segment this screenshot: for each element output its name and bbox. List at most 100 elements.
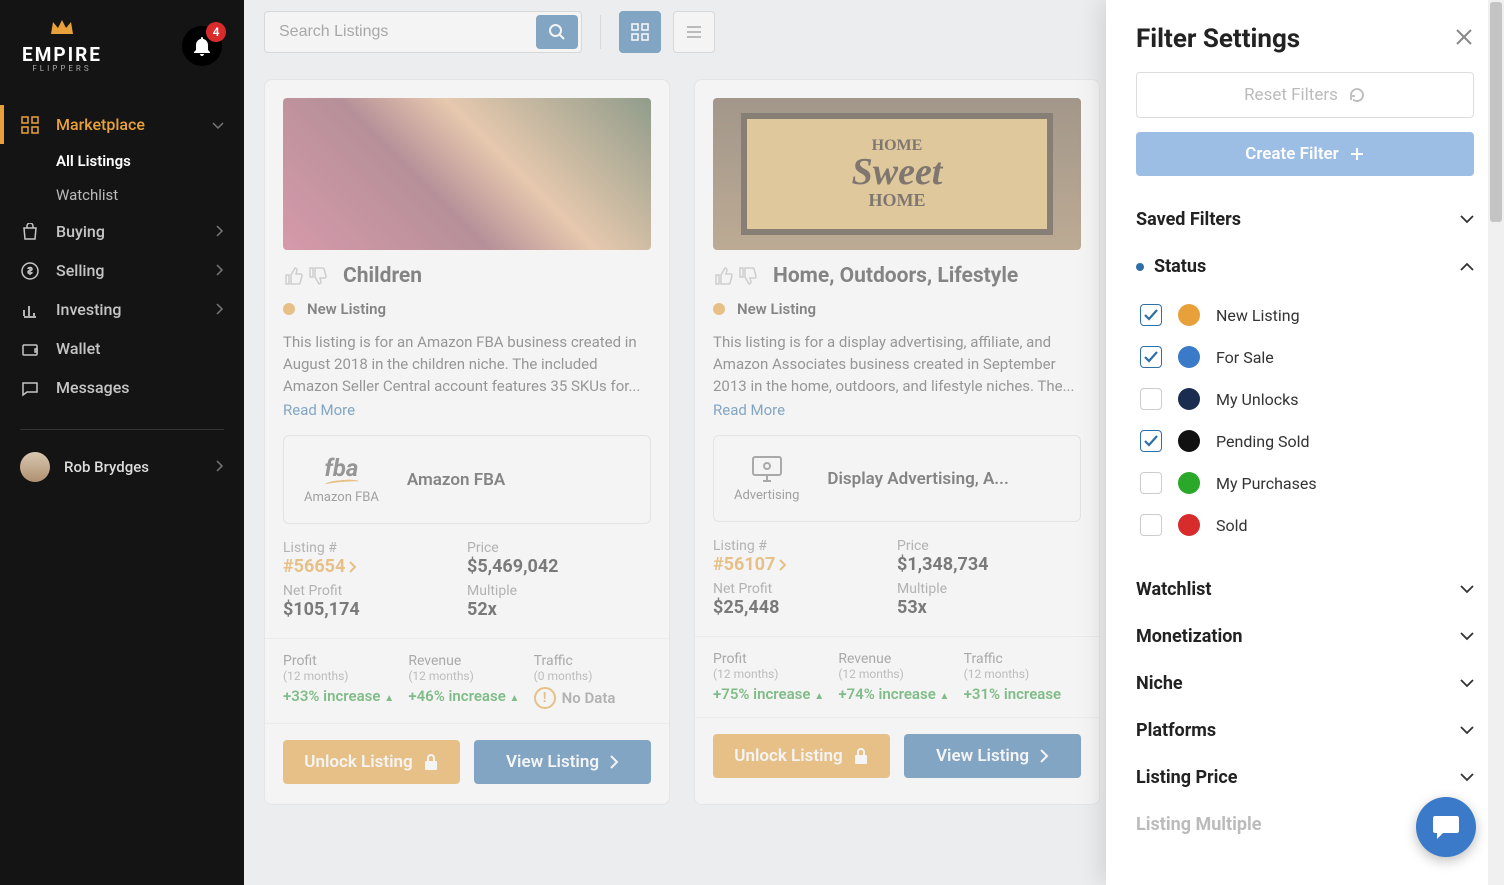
nav-marketplace[interactable]: Marketplace [0, 105, 244, 144]
section-title: Platforms [1136, 720, 1216, 741]
status-color-dot [1178, 304, 1200, 326]
chevron-up-icon [1460, 259, 1474, 275]
wallet-icon [20, 340, 40, 358]
netprofit-label: Net Profit [713, 581, 897, 597]
monetization-box: Advertising Display Advertising, A... [713, 435, 1081, 522]
notifications-button[interactable]: 4 [182, 26, 222, 66]
status-color-dot [1178, 346, 1200, 368]
grid-view-button[interactable] [619, 11, 661, 53]
listing-image[interactable] [283, 98, 651, 250]
check-icon [1144, 309, 1158, 321]
read-more-link[interactable]: Read More [713, 401, 785, 419]
status-dot [283, 303, 295, 315]
status-color-dot [1178, 430, 1200, 452]
reset-filters-button[interactable]: Reset Filters [1136, 72, 1474, 118]
nav-label: Messages [56, 378, 224, 397]
status-option[interactable]: My Purchases [1140, 462, 1474, 504]
metric-profit-label: Profit [283, 653, 400, 669]
listing-title: Children [343, 264, 422, 288]
netprofit-value: $25,448 [713, 597, 897, 618]
scrollbar[interactable] [1488, 0, 1504, 885]
brand-sub: FLIPPERS [32, 64, 91, 73]
section-listing-price[interactable]: Listing Price [1136, 754, 1474, 801]
nav-selling[interactable]: Selling [0, 251, 244, 290]
price-value: $1,348,734 [897, 554, 1081, 575]
status-option[interactable]: Sold [1140, 504, 1474, 546]
nav-investing[interactable]: Investing [0, 290, 244, 329]
nav-label: Marketplace [56, 115, 196, 134]
section-niche[interactable]: Niche [1136, 660, 1474, 707]
section-watchlist[interactable]: Watchlist [1136, 566, 1474, 613]
logo-area: EMPIRE FLIPPERS 4 [0, 0, 244, 95]
chat-fab[interactable] [1416, 797, 1476, 857]
divider [20, 429, 224, 430]
nav-buying[interactable]: Buying [0, 212, 244, 251]
view-listing-button[interactable]: View Listing [904, 734, 1081, 778]
list-view-button[interactable] [673, 11, 715, 53]
monetization-box: fba Amazon FBA Amazon FBA [283, 435, 651, 524]
view-listing-button[interactable]: View Listing [474, 740, 651, 784]
status-option[interactable]: Pending Sold [1140, 420, 1474, 462]
thumb-down-icon[interactable] [737, 265, 759, 287]
chevron-down-icon [212, 116, 224, 134]
nav-label: Selling [56, 261, 200, 280]
thumb-down-icon[interactable] [307, 265, 329, 287]
section-monetization[interactable]: Monetization [1136, 613, 1474, 660]
multiple-value: 52x [467, 599, 651, 620]
status-dot [713, 303, 725, 315]
list-icon [684, 22, 704, 42]
plus-icon [1349, 146, 1365, 162]
nav-all-listings[interactable]: All Listings [56, 144, 244, 178]
unlock-listing-button[interactable]: Unlock Listing [283, 740, 460, 784]
close-button[interactable] [1454, 25, 1474, 53]
logo[interactable]: EMPIRE FLIPPERS [22, 18, 102, 73]
listing-title: Home, Outdoors, Lifestyle [773, 264, 1018, 288]
search-input[interactable] [265, 12, 533, 52]
chevron-right-icon [349, 561, 357, 573]
doormat-graphic: HOME Sweet HOME [741, 113, 1054, 235]
status-option[interactable]: For Sale [1140, 336, 1474, 378]
section-title: Watchlist [1136, 579, 1212, 600]
read-more-link[interactable]: Read More [283, 401, 355, 419]
nav-label: Buying [56, 222, 200, 241]
nav-watchlist[interactable]: Watchlist [56, 178, 244, 212]
multiple-value: 53x [897, 597, 1081, 618]
chevron-right-icon [779, 559, 787, 571]
refresh-icon [1348, 86, 1366, 104]
active-dot-icon [1136, 263, 1144, 271]
search-button[interactable] [536, 15, 578, 49]
checkbox[interactable] [1140, 388, 1162, 410]
listing-num-label: Listing # [713, 538, 897, 554]
netprofit-value: $105,174 [283, 599, 467, 620]
listing-num[interactable]: #56654 [283, 556, 357, 577]
checkbox[interactable] [1140, 346, 1162, 368]
checkbox[interactable] [1140, 430, 1162, 452]
listing-num[interactable]: #56107 [713, 554, 787, 575]
vote-thumbs [283, 265, 329, 287]
section-title: Saved Filters [1136, 209, 1241, 230]
thumb-up-icon[interactable] [283, 265, 305, 287]
section-saved-filters[interactable]: Saved Filters [1136, 196, 1474, 243]
user-menu[interactable]: Rob Brydges [0, 452, 244, 482]
checkbox[interactable] [1140, 304, 1162, 326]
price-label: Price [897, 538, 1081, 554]
thumb-up-icon[interactable] [713, 265, 735, 287]
notification-badge: 4 [206, 22, 226, 42]
nav-wallet[interactable]: Wallet [0, 329, 244, 368]
section-platforms[interactable]: Platforms [1136, 707, 1474, 754]
scrollbar-thumb[interactable] [1490, 2, 1502, 222]
section-status[interactable]: Status [1136, 243, 1474, 290]
chevron-right-icon [216, 301, 224, 319]
metrics-row: Profit (12 months) +33% increase ▲ Reven… [265, 638, 669, 723]
listing-image[interactable]: HOME Sweet HOME [713, 98, 1081, 250]
status-option[interactable]: New Listing [1140, 294, 1474, 336]
metric-profit-sub: (12 months) [713, 667, 830, 681]
user-name: Rob Brydges [64, 458, 202, 476]
status-text: New Listing [737, 300, 816, 318]
checkbox[interactable] [1140, 472, 1162, 494]
status-option[interactable]: My Unlocks [1140, 378, 1474, 420]
create-filter-button[interactable]: Create Filter [1136, 132, 1474, 176]
checkbox[interactable] [1140, 514, 1162, 536]
unlock-listing-button[interactable]: Unlock Listing [713, 734, 890, 778]
nav-messages[interactable]: Messages [0, 368, 244, 407]
